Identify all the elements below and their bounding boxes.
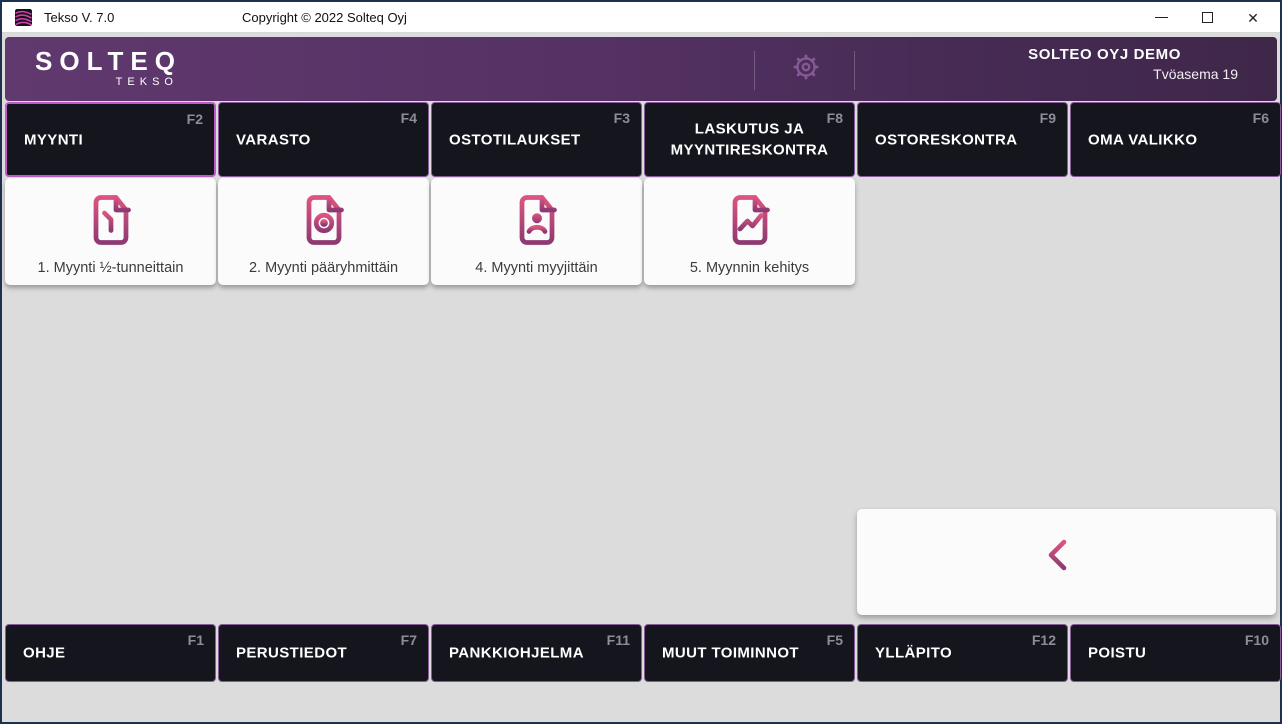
fkey-badge: F3 (614, 110, 630, 126)
report-card-label: 2. Myynti pääryhmittäin (218, 260, 429, 276)
maximize-icon (1202, 12, 1213, 23)
fkey-badge: F8 (827, 110, 843, 126)
logo-secondary-text: TEKSO (35, 77, 182, 88)
header-divider (754, 51, 755, 90)
menu-button-muut-toiminnot[interactable]: MUUT TOIMINNOT F5 (644, 624, 855, 682)
window-title: Tekso V. 7.0 (44, 2, 114, 33)
menu-button-poistu[interactable]: POISTU F10 (1070, 624, 1281, 682)
fkey-badge: F10 (1245, 632, 1269, 648)
window-titlebar: Tekso V. 7.0 Copyright © 2022 Solteq Oyj… (2, 2, 1280, 33)
menu-button-label: OMA VALIKKO (1088, 131, 1197, 148)
menu-button-yllapito[interactable]: YLLÄPITO F12 (857, 624, 1068, 682)
logo-primary-text: SOLTEQ (35, 48, 182, 74)
arrow-left-icon (1041, 536, 1093, 574)
workstation-label: Tvöasema 19 (1153, 66, 1238, 82)
fkey-badge: F2 (187, 111, 203, 127)
company-name: SOLTEO OYJ DEMO (1028, 46, 1181, 63)
menu-button-pankkiohjelma[interactable]: PANKKIOHJELMA F11 (431, 624, 642, 682)
fkey-badge: F6 (1253, 110, 1269, 126)
fkey-badge: F4 (401, 110, 417, 126)
fkey-badge: F9 (1040, 110, 1056, 126)
menu-button-label: OHJE (23, 645, 65, 662)
menu-button-ohje[interactable]: OHJE F1 (5, 624, 216, 682)
menu-button-ostoreskontra[interactable]: OSTORESKONTRA F9 (857, 102, 1068, 177)
minimize-icon (1155, 17, 1168, 18)
menu-button-label: LASKUTUS JA MYYNTIRESKONTRA (645, 118, 854, 162)
menu-button-label: MUUT TOIMINNOT (662, 645, 799, 662)
document-target-icon (294, 190, 354, 250)
menu-button-label: MYYNTI (24, 131, 83, 148)
menu-button-label: OSTORESKONTRA (875, 131, 1017, 148)
minimize-button[interactable] (1138, 2, 1184, 33)
menu-button-label: PANKKIOHJELMA (449, 645, 584, 662)
fkey-badge: F1 (188, 632, 204, 648)
app-window: Tekso V. 7.0 Copyright © 2022 Solteq Oyj… (0, 0, 1282, 724)
report-card-myynti-tunneittain[interactable]: 1. Myynti ½-tunneittain (5, 178, 216, 285)
menu-button-label: VARASTO (236, 131, 311, 148)
fkey-badge: F7 (401, 632, 417, 648)
gear-icon[interactable] (791, 52, 821, 82)
menu-button-ostotilaukset[interactable]: OSTOTILAUKSET F3 (431, 102, 642, 177)
header-bar: SOLTEQ TEKSO SOLTEO OYJ DEMO Tvöasema 19 (5, 37, 1277, 101)
menu-button-myynti[interactable]: MYYNTI F2 (5, 102, 216, 177)
report-card-myynnin-kehitys[interactable]: 5. Myynnin kehitys (644, 178, 855, 285)
fkey-badge: F5 (827, 632, 843, 648)
menu-button-laskutus-ja-myyntireskontra[interactable]: LASKUTUS JA MYYNTIRESKONTRA F8 (644, 102, 855, 177)
report-card-label: 4. Myynti myyjittäin (431, 260, 642, 276)
back-button[interactable] (857, 509, 1276, 615)
fkey-badge: F11 (607, 632, 630, 648)
menu-button-varasto[interactable]: VARASTO F4 (218, 102, 429, 177)
menu-button-perustiedot[interactable]: PERUSTIEDOT F7 (218, 624, 429, 682)
maximize-button[interactable] (1184, 2, 1230, 33)
window-controls: ✕ (1138, 2, 1276, 33)
app-icon (15, 9, 32, 26)
close-button[interactable]: ✕ (1230, 2, 1276, 33)
menu-button-label: PERUSTIEDOT (236, 645, 347, 662)
menu-button-label: YLLÄPITO (875, 645, 952, 662)
copyright-text: Copyright © 2022 Solteq Oyj (242, 2, 407, 33)
solteq-logo: SOLTEQ TEKSO (35, 48, 182, 88)
menu-button-oma-valikko[interactable]: OMA VALIKKO F6 (1070, 102, 1281, 177)
report-card-myynti-myyjittain[interactable]: 4. Myynti myyjittäin (431, 178, 642, 285)
header-divider (854, 51, 855, 90)
report-card-label: 1. Myynti ½-tunneittain (5, 260, 216, 276)
close-icon: ✕ (1247, 11, 1259, 25)
menu-button-label: OSTOTILAUKSET (449, 131, 581, 148)
document-trend-chart-icon (720, 190, 780, 250)
document-clock-hand-icon (81, 190, 141, 250)
report-card-myynti-paaryhmittain[interactable]: 2. Myynti pääryhmittäin (218, 178, 429, 285)
fkey-badge: F12 (1032, 632, 1056, 648)
report-card-label: 5. Myynnin kehitys (644, 260, 855, 276)
document-person-icon (507, 190, 567, 250)
menu-button-label: POISTU (1088, 645, 1146, 662)
